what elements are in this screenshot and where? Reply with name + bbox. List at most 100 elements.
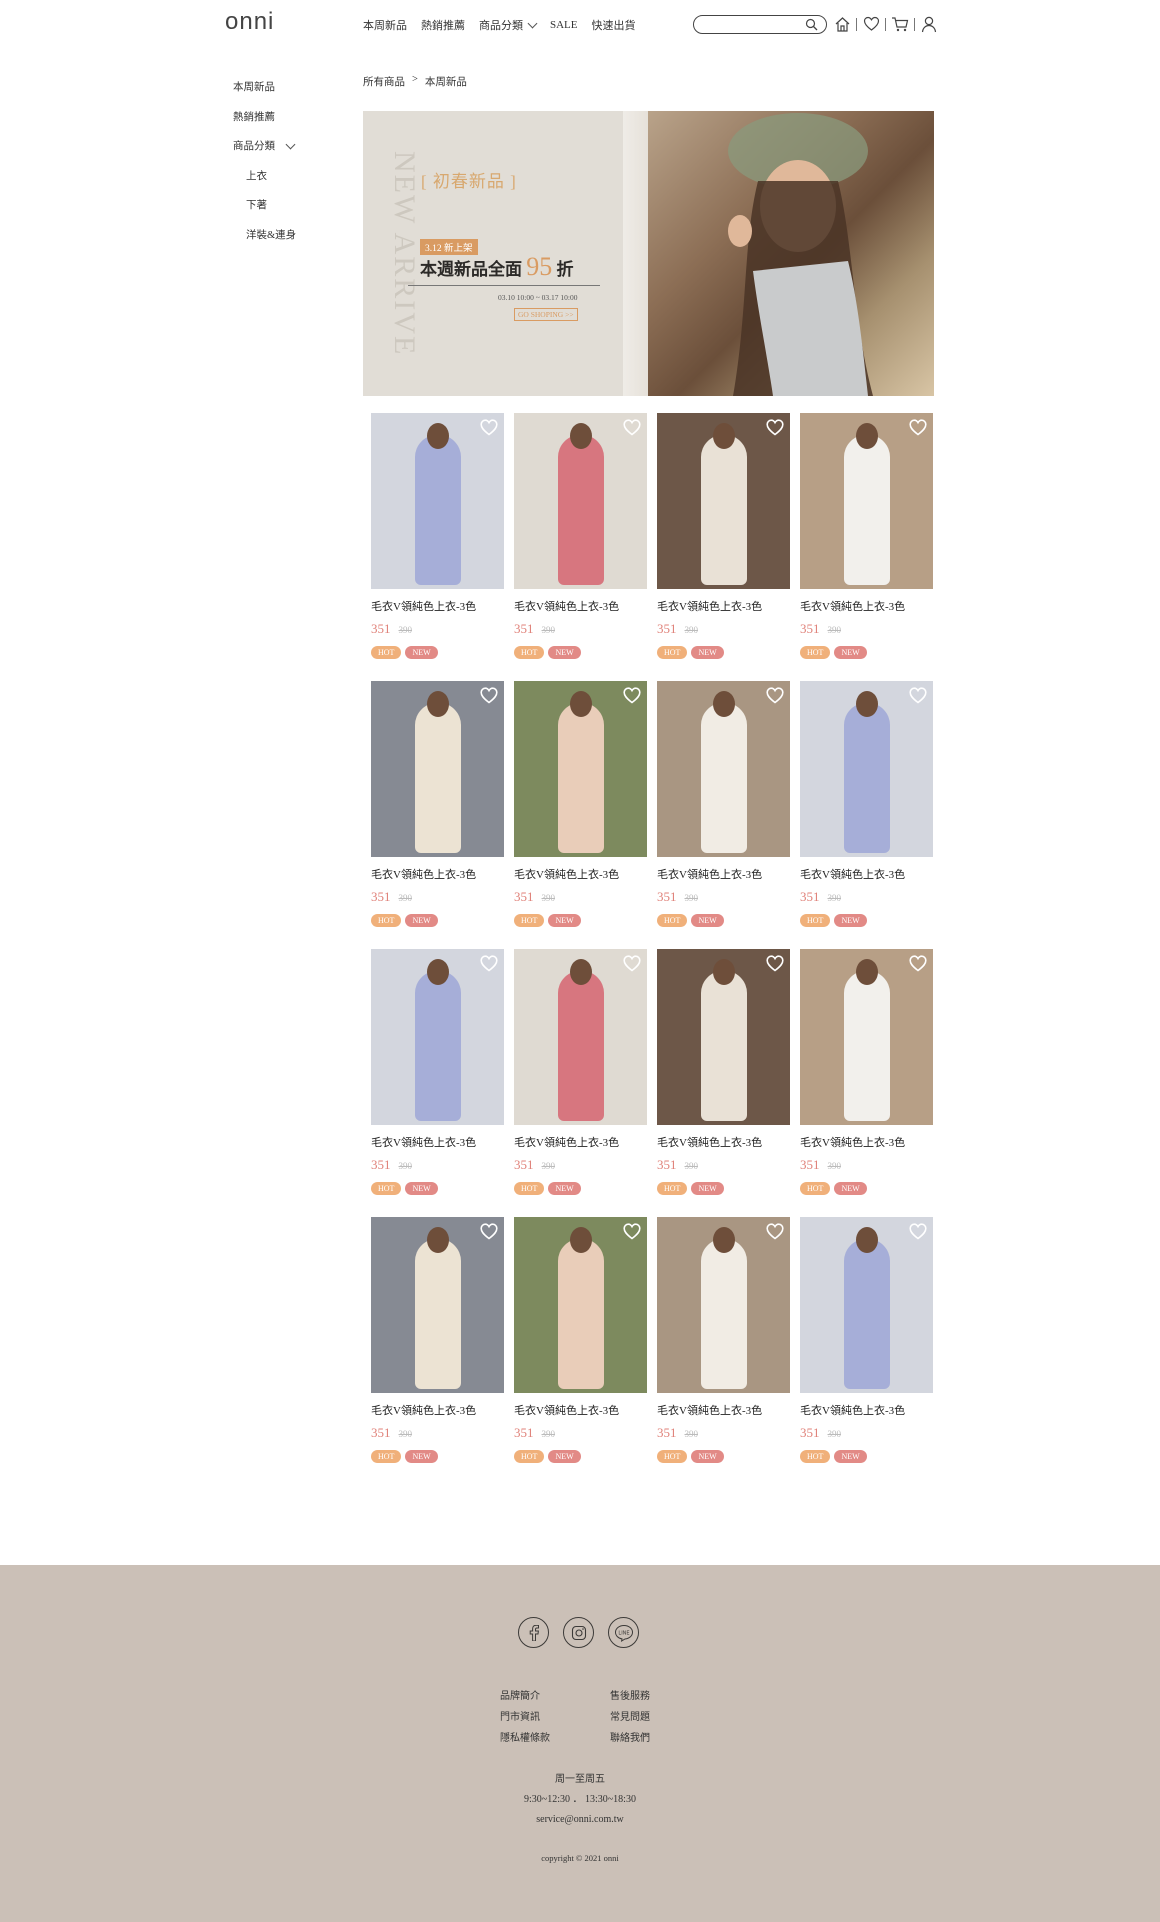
heart-icon[interactable] bbox=[480, 687, 498, 709]
heart-icon[interactable] bbox=[623, 419, 641, 441]
product-card[interactable]: 毛衣V領純色上衣-3色 351 390 HOT NEW bbox=[514, 949, 647, 1200]
nav-item-fast-ship[interactable]: 快速出貨 bbox=[592, 17, 636, 33]
heart-icon[interactable] bbox=[909, 687, 927, 709]
sidebar-item-bottoms[interactable]: 下著 bbox=[233, 199, 296, 229]
heart-icon[interactable] bbox=[909, 419, 927, 441]
footer-link-privacy[interactable]: 隱私權條款 bbox=[500, 1729, 610, 1744]
line-icon[interactable]: LINE bbox=[608, 1617, 639, 1648]
product-card[interactable]: 毛衣V領純色上衣-3色 351 390 HOT NEW bbox=[800, 1217, 933, 1468]
product-name[interactable]: 毛衣V領純色上衣-3色 bbox=[371, 1402, 504, 1418]
footer-link-contact[interactable]: 聯絡我們 bbox=[610, 1729, 670, 1744]
product-card[interactable]: 毛衣V領純色上衣-3色 351 390 HOT NEW bbox=[371, 681, 504, 932]
user-icon[interactable] bbox=[919, 14, 939, 34]
facebook-icon[interactable] bbox=[518, 1617, 549, 1648]
product-image[interactable] bbox=[800, 681, 933, 857]
product-name[interactable]: 毛衣V領純色上衣-3色 bbox=[514, 1402, 647, 1418]
heart-icon[interactable] bbox=[861, 14, 881, 34]
cart-icon[interactable] bbox=[890, 14, 910, 34]
heart-icon[interactable] bbox=[909, 955, 927, 977]
product-image[interactable] bbox=[371, 681, 504, 857]
sidebar-item-dresses[interactable]: 洋裝&連身 bbox=[233, 229, 296, 259]
product-card[interactable]: 毛衣V領純色上衣-3色 351 390 HOT NEW bbox=[514, 1217, 647, 1468]
product-image[interactable] bbox=[514, 1217, 647, 1393]
product-image[interactable] bbox=[657, 413, 790, 589]
nav-item-hot[interactable]: 熱銷推薦 bbox=[421, 17, 465, 33]
product-card[interactable]: 毛衣V領純色上衣-3色 351 390 HOT NEW bbox=[800, 681, 933, 932]
heart-icon[interactable] bbox=[623, 687, 641, 709]
sidebar-item-category[interactable]: 商品分類 bbox=[233, 139, 296, 170]
product-name[interactable]: 毛衣V領純色上衣-3色 bbox=[800, 1402, 933, 1418]
product-card[interactable]: 毛衣V領純色上衣-3色 351 390 HOT NEW bbox=[371, 949, 504, 1200]
product-card[interactable]: 毛衣V領純色上衣-3色 351 390 HOT NEW bbox=[657, 413, 790, 664]
product-image[interactable] bbox=[657, 949, 790, 1125]
product-price: 351 bbox=[371, 1425, 391, 1440]
heart-icon[interactable] bbox=[480, 1223, 498, 1245]
hot-badge: HOT bbox=[371, 646, 402, 659]
product-image[interactable] bbox=[514, 949, 647, 1125]
footer-link-brand[interactable]: 品牌簡介 bbox=[500, 1687, 610, 1702]
product-name[interactable]: 毛衣V領純色上衣-3色 bbox=[657, 866, 790, 882]
product-image[interactable] bbox=[657, 1217, 790, 1393]
product-prices: 351 390 bbox=[657, 1425, 790, 1441]
product-name[interactable]: 毛衣V領純色上衣-3色 bbox=[514, 1134, 647, 1150]
footer-link-service[interactable]: 售後服務 bbox=[610, 1687, 670, 1702]
footer-link-faq[interactable]: 常見問題 bbox=[610, 1708, 670, 1723]
heart-icon[interactable] bbox=[480, 419, 498, 441]
product-name[interactable]: 毛衣V領純色上衣-3色 bbox=[657, 1402, 790, 1418]
sidebar-item-new[interactable]: 本周新品 bbox=[233, 81, 296, 111]
product-image[interactable] bbox=[371, 413, 504, 589]
product-image[interactable] bbox=[514, 681, 647, 857]
heart-icon[interactable] bbox=[623, 955, 641, 977]
heart-icon[interactable] bbox=[909, 1223, 927, 1245]
heart-icon[interactable] bbox=[766, 955, 784, 977]
heart-icon[interactable] bbox=[766, 687, 784, 709]
service-email[interactable]: service@onni.com.tw bbox=[0, 1810, 1160, 1830]
product-name[interactable]: 毛衣V領純色上衣-3色 bbox=[800, 866, 933, 882]
heart-icon[interactable] bbox=[766, 419, 784, 441]
heart-icon[interactable] bbox=[766, 1223, 784, 1245]
product-card[interactable]: 毛衣V領純色上衣-3色 351 390 HOT NEW bbox=[657, 681, 790, 932]
product-card[interactable]: 毛衣V領純色上衣-3色 351 390 HOT NEW bbox=[800, 413, 933, 664]
sidebar-item-tops[interactable]: 上衣 bbox=[233, 170, 296, 200]
search-icon[interactable] bbox=[805, 18, 818, 36]
footer-link-stores[interactable]: 門市資訊 bbox=[500, 1708, 610, 1723]
product-name[interactable]: 毛衣V領純色上衣-3色 bbox=[657, 598, 790, 614]
product-image[interactable] bbox=[657, 681, 790, 857]
search-input[interactable] bbox=[702, 18, 802, 34]
sidebar-item-hot[interactable]: 熱銷推薦 bbox=[233, 111, 296, 141]
product-name[interactable]: 毛衣V領純色上衣-3色 bbox=[657, 1134, 790, 1150]
home-icon[interactable] bbox=[832, 14, 852, 34]
product-card[interactable]: 毛衣V領純色上衣-3色 351 390 HOT NEW bbox=[371, 413, 504, 664]
product-image[interactable] bbox=[800, 1217, 933, 1393]
breadcrumb-link-all[interactable]: 所有商品 bbox=[363, 74, 405, 89]
product-image[interactable] bbox=[514, 413, 647, 589]
go-shopping-button[interactable]: GO SHOPING >> bbox=[514, 308, 578, 321]
product-card[interactable]: 毛衣V領純色上衣-3色 351 390 HOT NEW bbox=[657, 1217, 790, 1468]
product-name[interactable]: 毛衣V領純色上衣-3色 bbox=[371, 1134, 504, 1150]
product-name[interactable]: 毛衣V領純色上衣-3色 bbox=[514, 598, 647, 614]
product-card[interactable]: 毛衣V領純色上衣-3色 351 390 HOT NEW bbox=[657, 949, 790, 1200]
product-name[interactable]: 毛衣V領純色上衣-3色 bbox=[800, 598, 933, 614]
product-name[interactable]: 毛衣V領純色上衣-3色 bbox=[800, 1134, 933, 1150]
product-image[interactable] bbox=[800, 413, 933, 589]
product-card[interactable]: 毛衣V領純色上衣-3色 351 390 HOT NEW bbox=[514, 681, 647, 932]
product-price: 351 bbox=[800, 621, 820, 636]
product-card[interactable]: 毛衣V領純色上衣-3色 351 390 HOT NEW bbox=[800, 949, 933, 1200]
product-image[interactable] bbox=[800, 949, 933, 1125]
product-image[interactable] bbox=[371, 1217, 504, 1393]
new-badge: NEW bbox=[548, 646, 581, 659]
product-card[interactable]: 毛衣V領純色上衣-3色 351 390 HOT NEW bbox=[514, 413, 647, 664]
promo-banner[interactable]: NEW ARRIVE [ 初春新品 ] 3.12 新上架 本週新品全面 95 折… bbox=[363, 111, 934, 396]
nav-item-new[interactable]: 本周新品 bbox=[363, 17, 407, 33]
heart-icon[interactable] bbox=[480, 955, 498, 977]
product-name[interactable]: 毛衣V領純色上衣-3色 bbox=[371, 866, 504, 882]
heart-icon[interactable] bbox=[623, 1223, 641, 1245]
product-name[interactable]: 毛衣V領純色上衣-3色 bbox=[514, 866, 647, 882]
product-image[interactable] bbox=[371, 949, 504, 1125]
nav-item-category[interactable]: 商品分類 bbox=[479, 17, 538, 33]
instagram-icon[interactable] bbox=[563, 1617, 594, 1648]
product-name[interactable]: 毛衣V領純色上衣-3色 bbox=[371, 598, 504, 614]
logo[interactable]: onni bbox=[225, 8, 274, 36]
product-card[interactable]: 毛衣V領純色上衣-3色 351 390 HOT NEW bbox=[371, 1217, 504, 1468]
nav-item-sale[interactable]: SALE bbox=[550, 17, 578, 33]
